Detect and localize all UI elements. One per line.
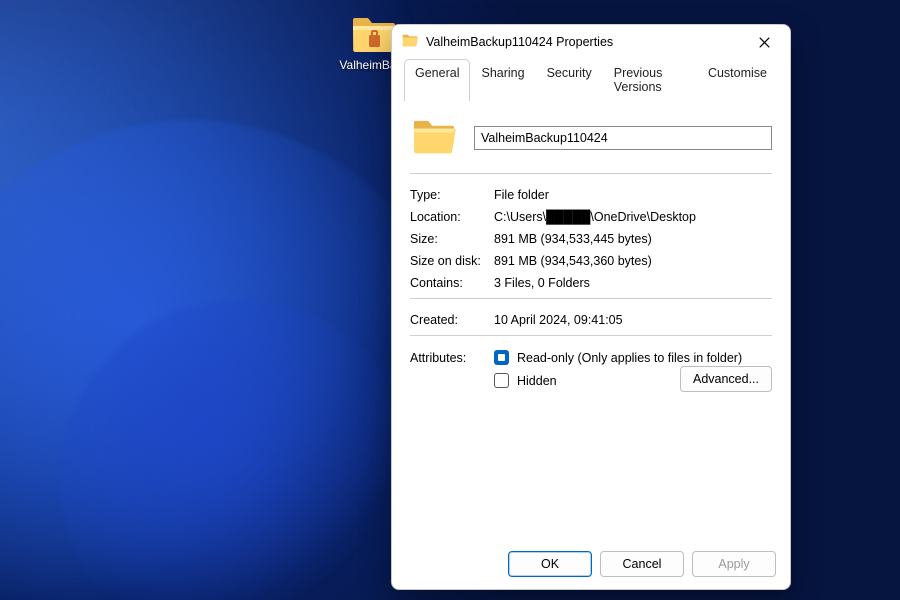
tab-customise[interactable]: Customise xyxy=(697,59,778,101)
label-attributes: Attributes: xyxy=(410,350,494,365)
value-size-on-disk: 891 MB (934,543,360 bytes) xyxy=(494,254,772,268)
readonly-label: Read-only (Only applies to files in fold… xyxy=(517,351,742,365)
tab-previous-versions[interactable]: Previous Versions xyxy=(603,59,697,101)
folder-icon xyxy=(402,34,418,50)
dialog-button-row: OK Cancel Apply xyxy=(392,541,790,589)
advanced-button[interactable]: Advanced... xyxy=(680,366,772,392)
readonly-checkbox[interactable] xyxy=(494,350,509,365)
label-created: Created: xyxy=(410,313,494,327)
separator xyxy=(410,335,772,336)
tab-strip: General Sharing Security Previous Versio… xyxy=(392,59,790,101)
label-size-on-disk: Size on disk: xyxy=(410,254,494,268)
titlebar[interactable]: ValheimBackup110424 Properties xyxy=(392,25,790,59)
close-button[interactable] xyxy=(744,28,784,56)
cancel-button[interactable]: Cancel xyxy=(600,551,684,577)
tab-sharing[interactable]: Sharing xyxy=(470,59,535,101)
apply-button[interactable]: Apply xyxy=(692,551,776,577)
ok-button[interactable]: OK xyxy=(508,551,592,577)
desktop-wallpaper: ValheimBa… ValheimBackup110424 Propertie… xyxy=(0,0,900,600)
label-size: Size: xyxy=(410,232,494,246)
value-created: 10 April 2024, 09:41:05 xyxy=(494,313,772,327)
value-size: 891 MB (934,533,445 bytes) xyxy=(494,232,772,246)
tab-divider xyxy=(404,24,778,25)
dialog-title: ValheimBackup110424 Properties xyxy=(426,35,744,49)
separator xyxy=(410,298,772,299)
value-location: C:\Users\█████\OneDrive\Desktop xyxy=(494,210,772,224)
close-icon xyxy=(759,37,770,48)
folder-name-input[interactable] xyxy=(474,126,772,150)
tab-general[interactable]: General xyxy=(404,59,470,101)
value-contains: 3 Files, 0 Folders xyxy=(494,276,772,290)
folder-icon xyxy=(412,119,456,157)
properties-dialog: ValheimBackup110424 Properties General S… xyxy=(391,24,791,590)
value-type: File folder xyxy=(494,188,772,202)
separator xyxy=(410,173,772,174)
tab-panel-general: Type:File folder Location:C:\Users\█████… xyxy=(392,101,790,541)
label-type: Type: xyxy=(410,188,494,202)
tab-security[interactable]: Security xyxy=(536,59,603,101)
label-location: Location: xyxy=(410,210,494,224)
label-contains: Contains: xyxy=(410,276,494,290)
